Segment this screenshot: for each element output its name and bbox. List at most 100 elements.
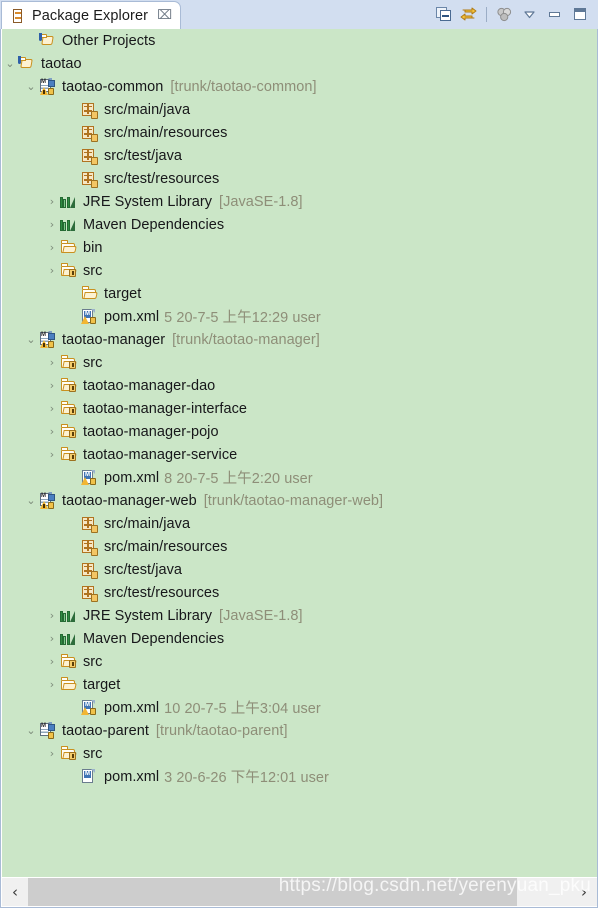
tab-package-explorer[interactable]: Package Explorer ⌧ [1,1,182,29]
tree-row[interactable]: target [2,282,597,305]
tree-row[interactable]: ⌄ Mtaotao-parent [trunk/taotao-parent] [2,719,597,742]
twisty-collapsed-icon[interactable]: › [44,650,60,673]
twisty-collapsed-icon[interactable]: › [44,627,60,650]
tree-row-label: src/test/java [104,147,183,164]
tree-row[interactable]: › src [2,259,597,282]
twisty-collapsed-icon[interactable]: › [44,351,60,374]
tree-row[interactable]: › src [2,351,597,374]
tree-row[interactable]: ⌄ Mtaotao-manager [trunk/taotao-manager] [2,328,597,351]
project-tree[interactable]: Other Projects ⌄ taotao ⌄ Mtaotao-common [tru… [2,29,597,877]
tree-row[interactable]: Mpom.xml 5 20-7-5 上午12:29 user [2,305,597,328]
twisty-expanded-icon[interactable]: ⌄ [23,75,39,98]
tree-row-label: src [83,653,103,670]
tree-row[interactable]: src/test/resources [2,167,597,190]
tree-row[interactable]: › JRE System Library [JavaSE-1.8] [2,604,597,627]
tree-row[interactable]: › taotao-manager-pojo [2,420,597,443]
twisty-collapsed-icon[interactable]: › [44,190,60,213]
collapse-all-button[interactable] [431,3,456,26]
tree-row[interactable]: › Maven Dependencies [2,213,597,236]
tree-row[interactable]: Mpom.xml 10 20-7-5 上午3:04 user [2,696,597,719]
tree-row[interactable]: src/main/java [2,98,597,121]
twisty-collapsed-icon[interactable]: › [44,213,60,236]
tree-row-label: taotao-manager-interface [83,400,248,417]
twisty-collapsed-icon[interactable]: › [44,742,60,765]
link-with-editor-icon [460,7,477,23]
tree-row-label: src/main/java [104,101,191,118]
tree-row-label: target [83,676,121,693]
twisty-collapsed-icon[interactable]: › [44,397,60,420]
twisty-expanded-icon[interactable]: ⌄ [23,328,39,351]
tree-row-label: src/main/java [104,515,191,532]
tree-row[interactable]: › target [2,673,597,696]
library-icon [60,631,77,647]
source-folder-icon [60,263,77,279]
scroll-right-button[interactable]: › [571,878,597,906]
tree-row[interactable]: src/test/java [2,558,597,581]
tree-row-label: taotao-manager [62,331,166,348]
tree-row[interactable]: › taotao-manager-dao [2,374,597,397]
twisty-collapsed-icon[interactable]: › [44,374,60,397]
tree-row[interactable]: › src [2,742,597,765]
maximize-button[interactable] [567,3,592,26]
tree-row[interactable]: src/main/java [2,512,597,535]
tree-row[interactable]: ⌄ taotao [2,52,597,75]
view-filters-button[interactable] [492,3,517,26]
tree-row[interactable]: › bin [2,236,597,259]
tree-row[interactable]: src/main/resources [2,121,597,144]
minimize-button[interactable] [542,3,567,26]
view-tab-bar: Package Explorer ⌧ [0,0,598,29]
tree-row[interactable]: › taotao-manager-interface [2,397,597,420]
tree-row[interactable]: Other Projects [2,29,597,52]
xml-file-icon: M [81,308,98,325]
link-with-editor-button[interactable] [456,3,481,26]
scroll-left-button[interactable]: ‹ [2,878,28,906]
tree-row[interactable]: ⌄ Mtaotao-common [trunk/taotao-common] [2,75,597,98]
tree-row[interactable]: › taotao-manager-service [2,443,597,466]
tree-row-label: Other Projects [62,32,156,49]
tree-row[interactable]: Mpom.xml 8 20-7-5 上午2:20 user [2,466,597,489]
scrollbar-track[interactable] [28,878,571,906]
tree-row-label: taotao-manager-pojo [83,423,219,440]
minimize-icon [548,9,562,21]
scrollbar-thumb[interactable] [28,878,517,906]
tree-row-label: taotao-parent [62,722,149,739]
tree-row-label: JRE System Library [83,607,213,624]
twisty-expanded-icon[interactable]: ⌄ [23,489,39,512]
source-package-icon [81,102,98,119]
tree-row[interactable]: src/main/resources [2,535,597,558]
toolbar-separator [486,7,487,22]
tree-row[interactable]: › JRE System Library [JavaSE-1.8] [2,190,597,213]
twisty-placeholder [65,305,81,328]
close-icon[interactable]: ⌧ [157,9,172,22]
tree-row-meta: 5 20-7-5 上午12:29 user [164,310,321,326]
twisty-expanded-icon[interactable]: ⌄ [2,52,18,75]
folder-icon [60,677,77,693]
twisty-collapsed-icon[interactable]: › [44,604,60,627]
horizontal-scrollbar[interactable]: ‹ › [2,878,597,906]
twisty-collapsed-icon[interactable]: › [44,443,60,466]
tree-row-meta: 3 20-6-26 下午12:01 user [164,770,329,786]
tree-row[interactable]: › Maven Dependencies [2,627,597,650]
tree-row-label: src/test/resources [104,584,220,601]
twisty-placeholder [65,282,81,305]
tree-row-label: pom.xml [104,699,160,716]
twisty-expanded-icon[interactable]: ⌄ [23,719,39,742]
twisty-collapsed-icon[interactable]: › [44,420,60,443]
tree-row[interactable]: Mpom.xml 3 20-6-26 下午12:01 user [2,765,597,788]
twisty-collapsed-icon[interactable]: › [44,236,60,259]
source-package-icon [81,171,98,188]
tree-row[interactable]: src/test/java [2,144,597,167]
twisty-collapsed-icon[interactable]: › [44,259,60,282]
tree-row-meta: [JavaSE-1.8] [219,607,303,624]
tree-row-meta: [trunk/taotao-manager] [172,331,320,348]
twisty-collapsed-icon[interactable]: › [44,673,60,696]
tree-row-meta: [trunk/taotao-manager-web] [203,492,384,509]
tree-row[interactable]: src/test/resources [2,581,597,604]
working-set-icon [39,32,56,49]
source-folder-icon [60,401,77,417]
view-menu-button[interactable] [517,3,542,26]
twisty-placeholder [65,696,81,719]
tree-row[interactable]: › src [2,650,597,673]
maven-project-icon: M [39,492,56,509]
tree-row[interactable]: ⌄ Mtaotao-manager-web [trunk/taotao-manage… [2,489,597,512]
